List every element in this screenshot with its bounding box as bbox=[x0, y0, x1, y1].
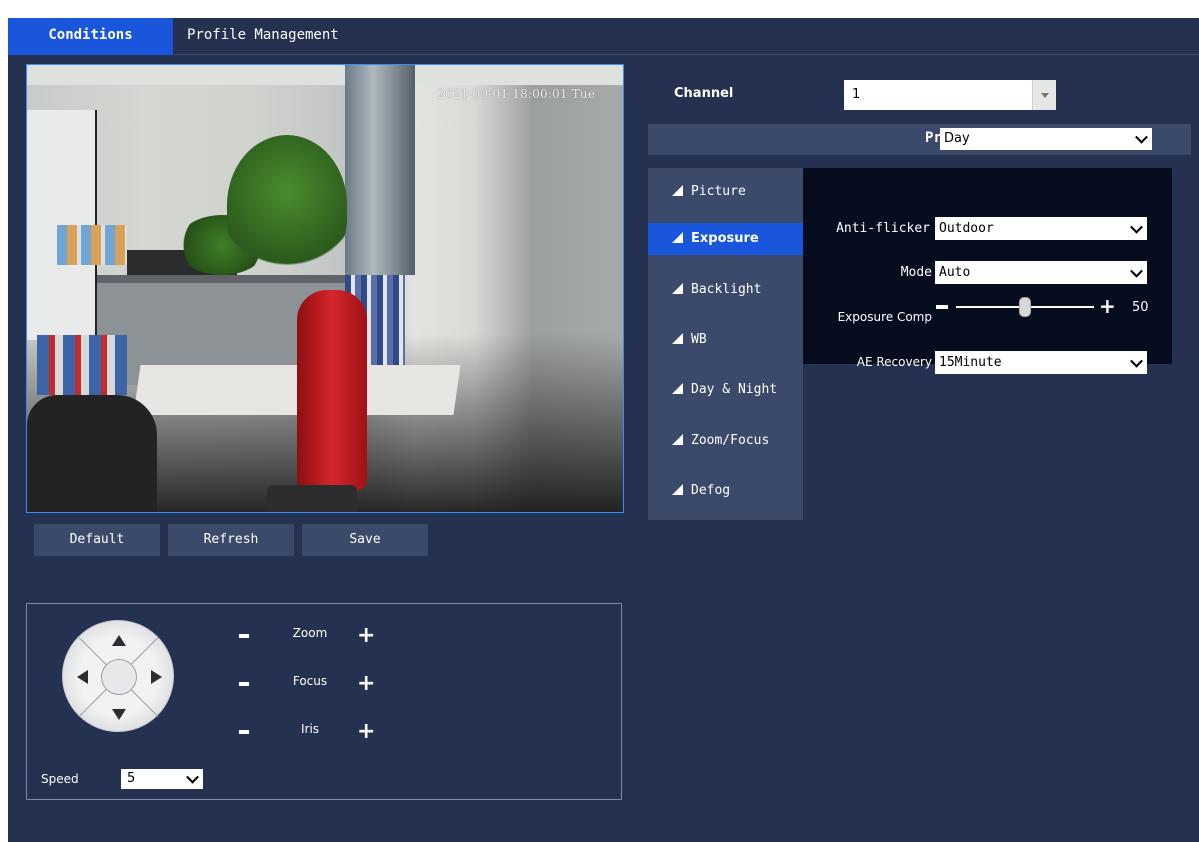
profile-value: Day bbox=[944, 131, 970, 146]
menu-item-wb[interactable]: WB bbox=[648, 324, 803, 356]
pan-up-icon[interactable] bbox=[112, 635, 126, 646]
comp-minus-icon[interactable] bbox=[936, 305, 948, 309]
ae-recovery-value: 15Minute bbox=[939, 355, 1002, 370]
exposure-comp-value: 50 bbox=[1132, 300, 1149, 315]
settings-menu: Picture Exposure Backlight WB Day & Nigh… bbox=[648, 168, 803, 520]
profile-select[interactable]: Day bbox=[940, 128, 1152, 150]
channel-label: Channel bbox=[674, 86, 734, 101]
triangle-icon bbox=[672, 232, 683, 243]
pan-down-icon[interactable] bbox=[112, 709, 126, 720]
zoom-label: Zoom bbox=[292, 626, 328, 640]
tab-conditions[interactable]: Conditions bbox=[8, 18, 173, 55]
video-preview: 2021-09-01 18:00:01 Tue bbox=[26, 64, 624, 513]
chevron-down-icon bbox=[1135, 130, 1148, 144]
menu-item-exposure[interactable]: Exposure bbox=[648, 223, 803, 255]
channel-value: 1 bbox=[852, 87, 861, 102]
ptz-control-panel: Zoom + Focus + Iris + Speed 5 bbox=[26, 603, 622, 800]
triangle-icon bbox=[672, 484, 683, 495]
pan-right-icon[interactable] bbox=[151, 670, 162, 684]
exposure-comp-slider[interactable]: + bbox=[936, 294, 1116, 318]
menu-item-backlight[interactable]: Backlight bbox=[648, 274, 803, 306]
comp-plus-icon[interactable]: + bbox=[1099, 294, 1116, 318]
chevron-down-icon bbox=[186, 770, 199, 784]
speed-select[interactable]: 5 bbox=[121, 769, 203, 789]
save-button[interactable]: Save bbox=[302, 524, 428, 556]
triangle-icon bbox=[672, 283, 683, 294]
refresh-button[interactable]: Refresh bbox=[168, 524, 294, 556]
chevron-down-icon bbox=[1130, 220, 1143, 234]
slider-thumb[interactable] bbox=[1019, 297, 1031, 317]
mode-value: Auto bbox=[939, 265, 971, 280]
focus-label: Focus bbox=[292, 674, 328, 688]
triangle-icon bbox=[672, 333, 683, 344]
speed-label: Speed bbox=[41, 772, 79, 786]
tab-bar: Conditions Profile Management bbox=[8, 18, 1199, 55]
menu-item-zoom-focus[interactable]: Zoom/Focus bbox=[648, 425, 803, 457]
tab-profile-management[interactable]: Profile Management bbox=[173, 18, 353, 55]
iris-plus-icon[interactable]: + bbox=[357, 720, 375, 744]
chevron-down-icon bbox=[1130, 354, 1143, 368]
menu-item-day-night[interactable]: Day & Night bbox=[648, 374, 803, 406]
speed-value: 5 bbox=[127, 771, 136, 786]
menu-item-picture[interactable]: Picture bbox=[648, 176, 803, 208]
dpad-center-button[interactable] bbox=[101, 659, 137, 695]
mode-select[interactable]: Auto bbox=[935, 261, 1147, 284]
ae-recovery-label: AE Recovery bbox=[856, 355, 932, 369]
ae-recovery-select[interactable]: 15Minute bbox=[935, 351, 1147, 374]
menu-item-defog[interactable]: Defog bbox=[648, 475, 803, 507]
zoom-control: Zoom + bbox=[239, 624, 389, 648]
direction-pad bbox=[62, 620, 174, 732]
iris-control: Iris + bbox=[239, 720, 389, 744]
exposure-comp-label: Exposure Comp bbox=[837, 310, 932, 324]
default-button[interactable]: Default bbox=[34, 524, 160, 556]
focus-minus-icon[interactable] bbox=[239, 682, 249, 686]
anti-flicker-select[interactable]: Outdoor bbox=[935, 217, 1147, 240]
anti-flicker-value: Outdoor bbox=[939, 221, 994, 236]
triangle-icon bbox=[672, 434, 683, 445]
pan-left-icon[interactable] bbox=[77, 670, 88, 684]
dropdown-arrow-icon[interactable] bbox=[1032, 80, 1056, 110]
triangle-icon bbox=[672, 185, 683, 196]
triangle-icon bbox=[672, 383, 683, 394]
chevron-down-icon bbox=[1130, 264, 1143, 278]
zoom-minus-icon[interactable] bbox=[239, 634, 249, 638]
osd-timestamp: 2021-09-01 18:00:01 Tue bbox=[437, 87, 596, 101]
iris-label: Iris bbox=[300, 722, 320, 736]
focus-plus-icon[interactable]: + bbox=[357, 672, 375, 696]
mode-label: Mode bbox=[900, 265, 932, 280]
focus-control: Focus + bbox=[239, 672, 389, 696]
anti-flicker-label: Anti-flicker bbox=[836, 221, 930, 236]
iris-minus-icon[interactable] bbox=[239, 730, 249, 734]
channel-select[interactable]: 1 bbox=[844, 80, 1056, 110]
zoom-plus-icon[interactable]: + bbox=[357, 624, 375, 648]
